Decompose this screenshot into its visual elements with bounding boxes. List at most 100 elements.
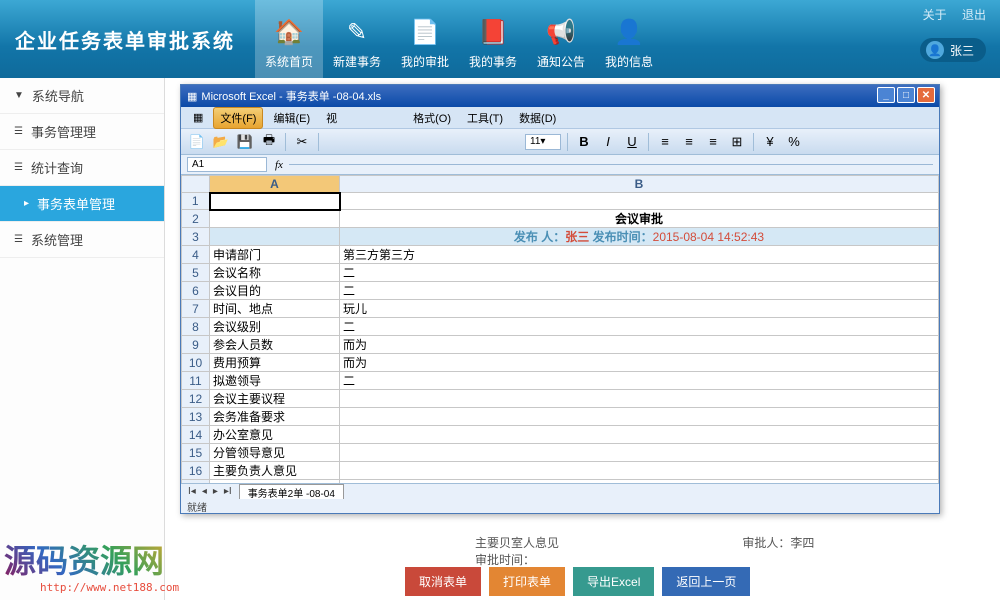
cell-value[interactable]: 而为 — [340, 336, 939, 354]
currency-icon[interactable]: ¥ — [760, 132, 780, 152]
font-size-select[interactable]: 11 ▾ — [525, 134, 561, 150]
cell-label[interactable]: 办公室意见 — [210, 426, 340, 444]
cell-label[interactable]: 时间、地点 — [210, 300, 340, 318]
row-header[interactable]: 13 — [182, 408, 210, 426]
sheet-tab[interactable]: 事务表单2单 -08-04 — [239, 484, 344, 500]
align-right-icon[interactable]: ≡ — [703, 132, 723, 152]
logout-link[interactable]: 退出 — [962, 8, 986, 22]
align-center-icon[interactable]: ≡ — [679, 132, 699, 152]
back-button[interactable]: 返回上一页 — [662, 567, 750, 596]
row-header[interactable]: 16 — [182, 462, 210, 480]
cell[interactable] — [340, 444, 939, 462]
cell-label[interactable]: 主要负责人意见 — [210, 462, 340, 480]
nav-home[interactable]: 🏠系统首页 — [255, 0, 323, 78]
sidebar-item-form-mgmt[interactable]: ▸事务表单管理 — [0, 186, 164, 222]
row-header[interactable]: 14 — [182, 426, 210, 444]
tab-first-icon[interactable]: I◂ — [185, 486, 199, 497]
cell-label[interactable]: 会议名称 — [210, 264, 340, 282]
about-link[interactable]: 关于 — [923, 8, 947, 22]
cell[interactable] — [340, 193, 939, 210]
cell-label[interactable]: 会议目的 — [210, 282, 340, 300]
tab-next-icon[interactable]: ▸ — [210, 486, 221, 497]
cell-label[interactable]: 会议主要议程 — [210, 390, 340, 408]
cell-label[interactable]: 会务准备要求 — [210, 408, 340, 426]
cell-label[interactable]: 分管领导意见 — [210, 444, 340, 462]
export-excel-button[interactable]: 导出Excel — [573, 567, 654, 596]
bold-icon[interactable]: B — [574, 132, 594, 152]
nav-my-approval[interactable]: 📄我的审批 — [391, 0, 459, 78]
open-icon[interactable]: 📂 — [211, 132, 231, 152]
row-header[interactable]: 3 — [182, 228, 210, 246]
fx-icon[interactable]: fx — [275, 159, 283, 171]
cell[interactable] — [340, 390, 939, 408]
cell-value[interactable]: 二 — [340, 264, 939, 282]
cell-reference[interactable]: A1 — [187, 157, 267, 172]
nav-my-tasks[interactable]: 📕我的事务 — [459, 0, 527, 78]
cell-label[interactable]: 拟邀领导 — [210, 372, 340, 390]
row-header[interactable]: 4 — [182, 246, 210, 264]
menu-tools[interactable]: 工具(T) — [461, 108, 509, 128]
user-chip[interactable]: 👤 张三 — [920, 38, 986, 62]
sidebar-item-task-mgmt[interactable]: ☰事务管理理 — [0, 114, 164, 150]
row-header[interactable]: 10 — [182, 354, 210, 372]
menu-edit[interactable]: 编辑(E) — [267, 108, 316, 128]
cell-value[interactable]: 二 — [340, 372, 939, 390]
nav-my-info[interactable]: 👤我的信息 — [595, 0, 663, 78]
window-title-bar[interactable]: ▦ Microsoft Excel - 事务表单 -08-04.xls _ □ … — [181, 85, 939, 107]
row-header[interactable]: 1 — [182, 193, 210, 210]
menu-data[interactable]: 数据(D) — [513, 108, 562, 128]
menu-view[interactable]: 视 — [320, 108, 343, 128]
cut-icon[interactable]: ✂ — [292, 132, 312, 152]
cell-label[interactable]: 会议级别 — [210, 318, 340, 336]
cell-label[interactable]: 费用预算 — [210, 354, 340, 372]
nav-notice[interactable]: 📢通知公告 — [527, 0, 595, 78]
row-header[interactable]: 12 — [182, 390, 210, 408]
sidebar-item-sys-mgmt[interactable]: ☰系统管理 — [0, 222, 164, 258]
sidebar-item-stats[interactable]: ☰统计查询 — [0, 150, 164, 186]
underline-icon[interactable]: U — [622, 132, 642, 152]
cell-value[interactable]: 玩儿 — [340, 300, 939, 318]
merge-icon[interactable]: ⊞ — [727, 132, 747, 152]
corner-cell[interactable] — [182, 176, 210, 193]
cell-label[interactable]: 参会人员数 — [210, 336, 340, 354]
close-button[interactable]: ✕ — [917, 87, 935, 103]
row-header[interactable]: 11 — [182, 372, 210, 390]
row-header[interactable]: 7 — [182, 300, 210, 318]
cell-value[interactable]: 而为 — [340, 354, 939, 372]
tab-last-icon[interactable]: ▸I — [221, 486, 235, 497]
row-header[interactable]: 9 — [182, 336, 210, 354]
row-header[interactable]: 15 — [182, 444, 210, 462]
cell[interactable] — [340, 462, 939, 480]
cell-value[interactable]: 二 — [340, 282, 939, 300]
percent-icon[interactable]: % — [784, 132, 804, 152]
italic-icon[interactable]: I — [598, 132, 618, 152]
cell[interactable] — [210, 228, 340, 246]
print-form-button[interactable]: 打印表单 — [489, 567, 565, 596]
cell-title[interactable]: 会议审批 — [340, 210, 939, 228]
nav-new-task[interactable]: ✎新建事务 — [323, 0, 391, 78]
spreadsheet-grid[interactable]: AB 1 2 会议审批 3 发布 人：张三 发布时间：2015-08-04 14:5… — [181, 175, 939, 483]
tab-prev-icon[interactable]: ◂ — [199, 486, 210, 497]
cell[interactable] — [210, 210, 340, 228]
cell[interactable] — [340, 408, 939, 426]
save-icon[interactable]: 💾 — [235, 132, 255, 152]
cancel-form-button[interactable]: 取消表单 — [405, 567, 481, 596]
cell-a1[interactable] — [210, 193, 340, 210]
new-icon[interactable]: 📄 — [187, 132, 207, 152]
col-header-a[interactable]: A — [210, 176, 340, 193]
row-header[interactable]: 5 — [182, 264, 210, 282]
cell-value[interactable]: 二 — [340, 318, 939, 336]
cell-publisher[interactable]: 发布 人：张三 发布时间：2015-08-04 14:52:43 — [340, 228, 939, 246]
row-header[interactable]: 6 — [182, 282, 210, 300]
align-left-icon[interactable]: ≡ — [655, 132, 675, 152]
col-header-b[interactable]: B — [340, 176, 939, 193]
menu-file[interactable]: 文件(F) — [213, 107, 263, 129]
minimize-button[interactable]: _ — [877, 87, 895, 103]
print-icon[interactable]: 🖶 — [259, 132, 279, 152]
sidebar-item-nav[interactable]: ▼系统导航 — [0, 78, 164, 114]
cell-label[interactable]: 申请部门 — [210, 246, 340, 264]
maximize-button[interactable]: □ — [897, 87, 915, 103]
row-header[interactable]: 2 — [182, 210, 210, 228]
cell-value[interactable]: 第三方第三方 — [340, 246, 939, 264]
menu-format[interactable]: 格式(O) — [407, 108, 457, 128]
